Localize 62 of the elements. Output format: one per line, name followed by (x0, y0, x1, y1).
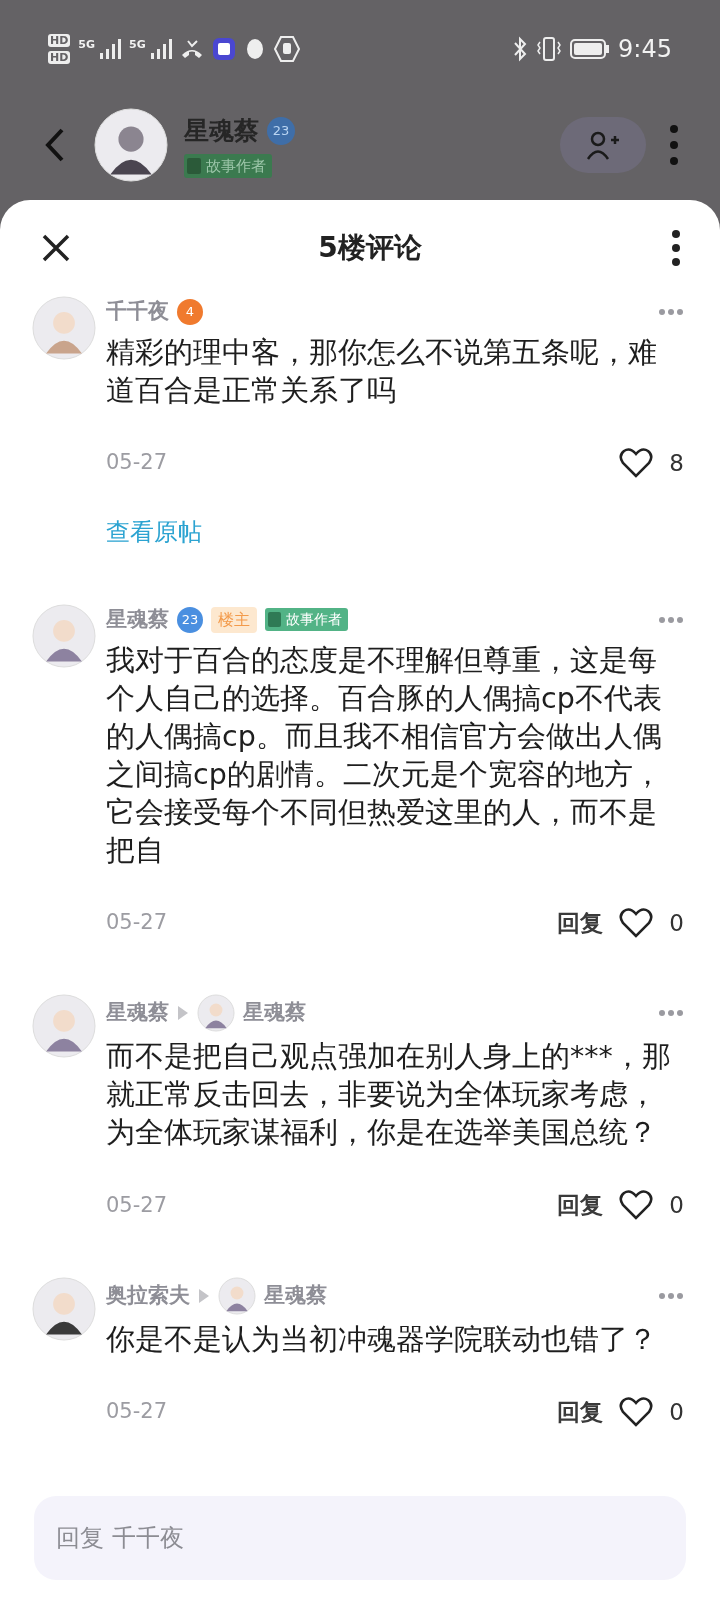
level-badge: 23 (177, 606, 203, 633)
signal-icon (99, 39, 122, 59)
like-count: 0 (669, 1397, 684, 1427)
bluetooth-icon (512, 36, 529, 62)
status-time: 9:45 (618, 34, 672, 65)
sim-label: HD (48, 51, 71, 64)
back-icon[interactable] (44, 127, 66, 163)
heart-icon[interactable] (619, 907, 654, 938)
level-badge: 4 (177, 298, 203, 325)
author-name[interactable]: 奥拉索夫 (106, 1279, 190, 1312)
battery-icon (570, 38, 611, 60)
book-icon (186, 156, 202, 175)
user-avatar (218, 1276, 256, 1315)
reply-input[interactable]: 回复 千千夜 (34, 1496, 686, 1580)
heart-icon[interactable] (619, 447, 654, 478)
user-avatar (32, 604, 96, 668)
comment-date: 05-27 (106, 1398, 168, 1425)
triangle-icon (177, 1005, 189, 1021)
like-count: 0 (669, 908, 684, 938)
user-avatar (32, 1276, 96, 1341)
app-icon (211, 37, 236, 61)
reply-link[interactable]: 回复 (557, 905, 604, 940)
add-person-icon (586, 130, 620, 160)
author-name[interactable]: 星魂蔡 (243, 997, 306, 1029)
reply-link[interactable]: 回复 (557, 1394, 604, 1429)
reply-link[interactable]: 回复 (557, 1188, 604, 1223)
signal-icon (149, 39, 172, 59)
author-name[interactable]: 星魂蔡 (106, 997, 169, 1029)
tag-label: 故事作者 (206, 155, 266, 177)
comment-text: 精彩的理中客，那你怎么不说第五条呢，难道百合是正常关系了吗 (106, 334, 658, 409)
tag-label: 故事作者 (286, 610, 342, 630)
author-name[interactable]: 千千夜 (106, 296, 169, 328)
comment-date: 05-27 (106, 909, 168, 936)
user-avatar (32, 994, 96, 1058)
heart-icon[interactable] (619, 1396, 654, 1427)
add-friend-button[interactable] (560, 117, 646, 173)
level-badge: 23 (267, 116, 295, 145)
owner-badge: 楼主 (211, 606, 257, 633)
like-count: 0 (669, 1191, 684, 1220)
sim-label: HD (48, 34, 71, 47)
book-icon (267, 611, 282, 629)
comment-text: 你是不是认为当初冲魂器学院联动也错了？ (106, 1321, 658, 1358)
triangle-icon (198, 1287, 210, 1304)
user-avatar (197, 994, 235, 1032)
sheet-title: 5楼评论 (318, 230, 422, 266)
close-icon[interactable] (42, 234, 70, 262)
comment-date: 05-27 (106, 449, 168, 476)
profile-name: 星魂蔡 (184, 115, 259, 147)
like-count: 8 (669, 448, 684, 478)
user-avatar (32, 296, 96, 360)
author-name[interactable]: 星魂蔡 (106, 604, 169, 636)
comment-text: 而不是把自己观点强加在别人身上的***，那就正常反击回去，非要说为全体玩家考虑，为全体玩家谋福利，你是在选举美国总统？ (106, 1039, 672, 1151)
author-name[interactable]: 星魂蔡 (264, 1279, 327, 1312)
view-original-link[interactable]: 查看原帖 (106, 514, 202, 550)
network-label: 5G (129, 39, 146, 50)
comment-text: 我对于百合的态度是不理解但尊重，这是每个人自己的选择。百合豚的人偶搞cp不代表的人偶搞cp。而且我不相信官方会做出人偶之间搞cp的剧情。二次元是个宽容的地方，它会接受每个不同但热爱这里的人，而不是把自 (106, 642, 663, 869)
network-label: 5G (78, 39, 96, 50)
more-icon[interactable] (670, 229, 682, 267)
hand-icon (273, 36, 300, 62)
vibrate-icon (536, 36, 563, 62)
heart-icon[interactable] (619, 1190, 654, 1221)
comment-date: 05-27 (106, 1191, 168, 1219)
